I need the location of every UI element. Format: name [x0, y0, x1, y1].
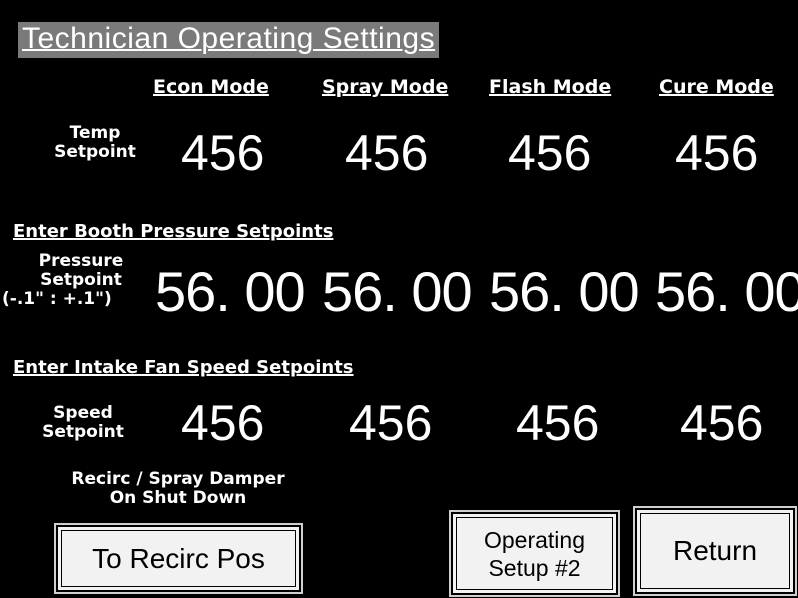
temp-value-cure[interactable]: 456	[675, 125, 758, 181]
temp-value-flash[interactable]: 456	[508, 125, 591, 181]
speed-value-flash[interactable]: 456	[516, 395, 599, 451]
speed-value-spray[interactable]: 456	[349, 395, 432, 451]
to-recirc-pos-label: To Recirc Pos	[92, 542, 265, 574]
damper-label: Recirc / Spray Damper On Shut Down	[28, 470, 328, 508]
speed-setpoint-label: Speed Setpoint	[28, 404, 138, 442]
pressure-label-line2: Setpoint	[40, 270, 122, 290]
column-header-econ: Econ Mode	[153, 76, 269, 98]
speed-section-title: Enter Intake Fan Speed Setpoints	[13, 357, 354, 378]
temp-label-line2: Setpoint	[54, 142, 136, 162]
temp-value-spray[interactable]: 456	[345, 125, 428, 181]
pressure-section-title: Enter Booth Pressure Setpoints	[13, 221, 334, 242]
pressure-setpoint-label: Pressure Setpoint (-.1" : +.1")	[0, 252, 162, 309]
return-label: Return	[672, 535, 758, 566]
temp-setpoint-label: Temp Setpoint	[40, 124, 150, 162]
pressure-value-spray[interactable]: 56. 00	[322, 262, 473, 322]
damper-label-line1: Recirc / Spray Damper	[71, 469, 285, 489]
temp-value-econ[interactable]: 456	[181, 125, 264, 181]
speed-label-line1: Speed	[53, 403, 113, 423]
speed-label-line2: Setpoint	[42, 422, 124, 442]
operating-setup-2-button[interactable]: Operating Setup #2	[449, 510, 620, 597]
column-header-spray: Spray Mode	[322, 76, 449, 98]
speed-value-cure[interactable]: 456	[680, 395, 763, 451]
pressure-value-cure[interactable]: 56. 00	[655, 262, 798, 322]
page-title: Technician Operating Settings	[18, 22, 440, 58]
return-button[interactable]: Return	[633, 506, 797, 596]
operating-setup-label-line2: Setup #2	[488, 554, 581, 581]
operating-setup-label-line1: Operating	[483, 526, 585, 553]
column-header-cure: Cure Mode	[659, 76, 774, 98]
pressure-value-flash[interactable]: 56. 00	[489, 262, 640, 322]
pressure-value-econ[interactable]: 56. 00	[155, 262, 306, 322]
speed-value-econ[interactable]: 456	[181, 395, 264, 451]
to-recirc-pos-button[interactable]: To Recirc Pos	[54, 523, 303, 594]
damper-label-line2: On Shut Down	[109, 488, 247, 508]
temp-label-line1: Temp	[69, 123, 121, 143]
pressure-label-line3: (-.1" : +.1")	[2, 289, 112, 309]
pressure-label-line1: Pressure	[38, 251, 124, 271]
column-header-flash: Flash Mode	[489, 76, 612, 98]
